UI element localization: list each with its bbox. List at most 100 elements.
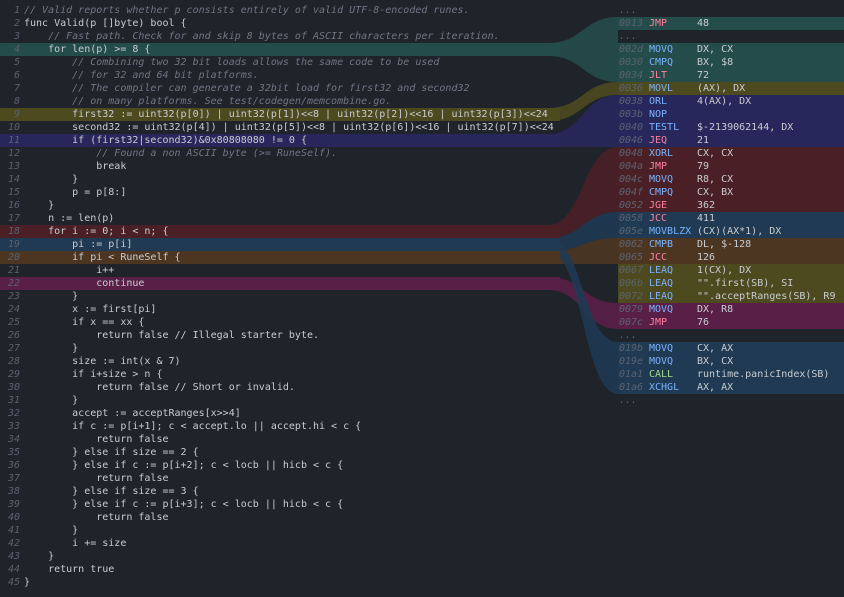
asm-line[interactable]: 01a1 CALL runtime.panicIndex(SB)	[618, 368, 844, 381]
asm-line[interactable]: 007c JMP 76	[618, 316, 844, 329]
asm-address: 0013	[619, 18, 644, 29]
asm-line[interactable]: ...	[618, 329, 844, 342]
asm-line[interactable]: 019b MOVQ CX, AX	[618, 342, 844, 355]
source-line[interactable]: 40 return false	[0, 511, 560, 524]
asm-opcode: JCC	[649, 252, 668, 263]
source-code: } else if size == 2 {	[24, 447, 199, 458]
asm-line[interactable]: ...	[618, 30, 844, 43]
source-code: }	[24, 200, 55, 211]
source-code: }	[24, 551, 55, 562]
asm-line[interactable]: 004f CMPQ CX, BX	[618, 186, 844, 199]
asm-line[interactable]: 0058 JCC 411	[618, 212, 844, 225]
source-line[interactable]: 34 return false	[0, 433, 560, 446]
asm-line[interactable]: 0040 TESTL $-2139062144, DX	[618, 121, 844, 134]
source-line[interactable]: 26 return false // Illegal starter byte.	[0, 329, 560, 342]
asm-line[interactable]: 0030 CMPQ BX, $8	[618, 56, 844, 69]
asm-opcode: MOVQ	[649, 343, 674, 354]
asm-line[interactable]: 0052 JGE 362	[618, 199, 844, 212]
source-line[interactable]: 19 pi := p[i]	[0, 238, 560, 251]
source-line[interactable]: 28 size := int(x & 7)	[0, 355, 560, 368]
source-line[interactable]: 35 } else if size == 2 {	[0, 446, 560, 459]
asm-line[interactable]: 0013 JMP 48	[618, 17, 844, 30]
source-code: // Found a non ASCII byte (>= RuneSelf).	[24, 148, 338, 159]
source-line[interactable]: 4 for len(p) >= 8 {	[0, 43, 560, 56]
source-code: for len(p) >= 8 {	[24, 44, 151, 55]
asm-line[interactable]: 0072 LEAQ "".acceptRanges(SB), R9	[618, 290, 844, 303]
source-line[interactable]: 5 // Combining two 32 bit loads allows t…	[0, 56, 560, 69]
source-line[interactable]: 43 }	[0, 550, 560, 563]
source-line[interactable]: 15 p = p[8:]	[0, 186, 560, 199]
asm-line[interactable]: 006b LEAQ "".first(SB), SI	[618, 277, 844, 290]
source-code: i++	[24, 265, 115, 276]
source-line[interactable]: 32 accept := acceptRanges[x>>4]	[0, 407, 560, 420]
asm-line[interactable]: 0036 MOVL (AX), DX	[618, 82, 844, 95]
asm-line[interactable]: 0062 CMPB DL, $-128	[618, 238, 844, 251]
asm-line[interactable]: 005e MOVBLZX (CX)(AX*1), DX	[618, 225, 844, 238]
source-line[interactable]: 25 if x == xx {	[0, 316, 560, 329]
source-line[interactable]: 22 continue	[0, 277, 560, 290]
source-line[interactable]: 10 second32 := uint32(p[4]) | uint32(p[5…	[0, 121, 560, 134]
asm-line[interactable]: 0034 JLT 72	[618, 69, 844, 82]
asm-args: DX, CX	[697, 44, 734, 55]
source-code: if c := p[i+1]; c < accept.lo || accept.…	[24, 421, 362, 432]
source-code: } else if size == 3 {	[24, 486, 199, 497]
source-line[interactable]: 29 if i+size > n {	[0, 368, 560, 381]
source-line[interactable]: 24 x := first[pi]	[0, 303, 560, 316]
asm-line[interactable]: 004c MOVQ R8, CX	[618, 173, 844, 186]
source-line[interactable]: 39 } else if c := p[i+3]; c < locb || hi…	[0, 498, 560, 511]
asm-line[interactable]: 003b NOP	[618, 108, 844, 121]
asm-address: 0034	[619, 70, 644, 81]
asm-line[interactable]: 0067 LEAQ 1(CX), DX	[618, 264, 844, 277]
assembly-pane: ... 0013 JMP 48... 002d MOVQ DX, CX 0030 CMPQ BX,…	[618, 4, 844, 407]
asm-line[interactable]: 002d MOVQ DX, CX	[618, 43, 844, 56]
asm-opcode: MOVQ	[649, 44, 674, 55]
source-line[interactable]: 11 if (first32|second32)&0x80808080 != 0…	[0, 134, 560, 147]
asm-address: 004a	[619, 161, 644, 172]
source-line[interactable]: 3 // Fast path. Check for and skip 8 byt…	[0, 30, 560, 43]
source-line[interactable]: 20 if pi < RuneSelf {	[0, 251, 560, 264]
asm-line[interactable]: 01a6 XCHGL AX, AX	[618, 381, 844, 394]
source-line[interactable]: 6 // for 32 and 64 bit platforms.	[0, 69, 560, 82]
source-line[interactable]: 33 if c := p[i+1]; c < accept.lo || acce…	[0, 420, 560, 433]
asm-line[interactable]: ...	[618, 394, 844, 407]
source-line[interactable]: 8 // on many platforms. See test/codegen…	[0, 95, 560, 108]
asm-opcode: ORL	[649, 96, 668, 107]
source-line[interactable]: 45}	[0, 576, 560, 589]
source-line[interactable]: 36 } else if c := p[i+2]; c < locb || hi…	[0, 459, 560, 472]
source-line[interactable]: 21 i++	[0, 264, 560, 277]
source-line[interactable]: 13 break	[0, 160, 560, 173]
source-line[interactable]: 1 // Valid reports whether p consists ent…	[0, 4, 560, 17]
source-line[interactable]: 41 }	[0, 524, 560, 537]
source-line[interactable]: 18 for i := 0; i < n; {	[0, 225, 560, 238]
asm-line[interactable]: 0065 JCC 126	[618, 251, 844, 264]
asm-opcode: JMP	[649, 317, 668, 328]
source-line[interactable]: 12 // Found a non ASCII byte (>= RuneSel…	[0, 147, 560, 160]
source-line[interactable]: 17 n := len(p)	[0, 212, 560, 225]
asm-args: DL, $-128	[697, 239, 752, 250]
asm-line[interactable]: 0048 XORL CX, CX	[618, 147, 844, 160]
asm-line[interactable]: 0046 JEQ 21	[618, 134, 844, 147]
asm-line[interactable]: ...	[618, 4, 844, 17]
source-line[interactable]: 37 return false	[0, 472, 560, 485]
asm-opcode: MOVL	[649, 83, 674, 94]
source-line[interactable]: 7 // The compiler can generate a 32bit l…	[0, 82, 560, 95]
asm-address: ...	[619, 5, 638, 16]
source-line[interactable]: 23 }	[0, 290, 560, 303]
asm-line[interactable]: 004a JMP 79	[618, 160, 844, 173]
source-line[interactable]: 9 first32 := uint32(p[0]) | uint32(p[1])…	[0, 108, 560, 121]
asm-line[interactable]: 0079 MOVQ DX, R8	[618, 303, 844, 316]
source-line[interactable]: 44 return true	[0, 563, 560, 576]
source-line[interactable]: 27 }	[0, 342, 560, 355]
source-line[interactable]: 42 i += size	[0, 537, 560, 550]
source-line[interactable]: 31 }	[0, 394, 560, 407]
source-line[interactable]: 2 func Valid(p []byte) bool {	[0, 17, 560, 30]
source-line[interactable]: 30 return false // Short or invalid.	[0, 381, 560, 394]
source-line[interactable]: 16 }	[0, 199, 560, 212]
source-line[interactable]: 38 } else if size == 3 {	[0, 485, 560, 498]
line-number: 29	[7, 369, 20, 380]
asm-line[interactable]: 0038 ORL 4(AX), DX	[618, 95, 844, 108]
asm-line[interactable]: 019e MOVQ BX, CX	[618, 355, 844, 368]
source-line[interactable]: 14 }	[0, 173, 560, 186]
line-number: 11	[7, 135, 20, 146]
source-code: size := int(x & 7)	[24, 356, 181, 367]
